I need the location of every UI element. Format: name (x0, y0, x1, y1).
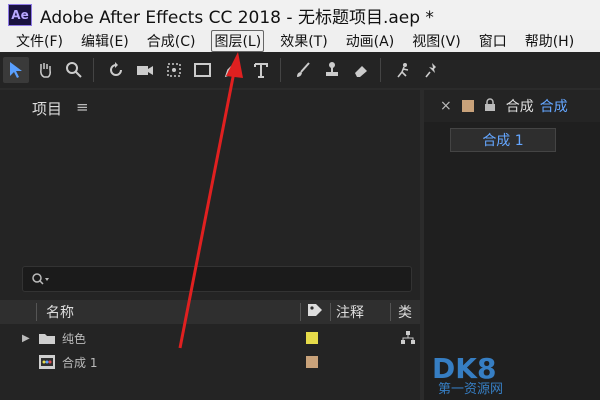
menu-effect[interactable]: 效果(T) (278, 31, 329, 51)
label-color-swatch[interactable] (306, 356, 318, 368)
zoom-tool-icon[interactable] (61, 57, 87, 83)
composition-color-swatch (461, 100, 474, 112)
column-type[interactable]: 类 (398, 302, 412, 322)
composition-icon (38, 354, 56, 373)
composition-subtab[interactable]: 合成 1 (450, 128, 556, 152)
menu-layer[interactable]: 图层(L) (211, 30, 265, 52)
window-titlebar: Ae Adobe After Effects CC 2018 - 无标题项目.a… (0, 0, 600, 30)
lock-icon[interactable] (484, 97, 496, 115)
pen-tool-icon[interactable] (219, 57, 245, 83)
column-separator (330, 303, 331, 321)
roto-brush-tool-icon[interactable] (390, 57, 416, 83)
close-tab-icon[interactable]: × (440, 98, 452, 114)
rotate-tool-icon[interactable] (103, 57, 129, 83)
label-color-swatch[interactable] (306, 332, 318, 344)
toolbar-separator (93, 58, 94, 82)
pan-behind-tool-icon[interactable] (161, 57, 187, 83)
composition-tab-label[interactable]: 合成 (506, 96, 534, 116)
menu-file[interactable]: 文件(F) (14, 31, 65, 51)
hierarchy-icon (400, 330, 416, 349)
menu-bar: 文件(F) 编辑(E) 合成(C) 图层(L) 效果(T) 动画(A) 视图(V… (0, 30, 600, 52)
project-item-row[interactable]: 合成 1 (0, 350, 420, 374)
column-separator (36, 303, 37, 321)
item-name: 纯色 (62, 331, 87, 346)
column-separator (390, 303, 391, 321)
project-panel: 项目 ≡ 名称 注释 类 ▶ 纯色 合成 1 (0, 90, 420, 400)
panel-menu-icon[interactable]: ≡ (76, 98, 89, 116)
rectangle-tool-icon[interactable] (190, 57, 216, 83)
menu-edit[interactable]: 编辑(E) (79, 31, 131, 51)
project-columns-header: 名称 注释 类 (0, 300, 420, 324)
type-tool-icon[interactable] (248, 57, 274, 83)
camera-tool-icon[interactable] (132, 57, 158, 83)
project-item-row[interactable]: ▶ 纯色 (0, 326, 420, 350)
composition-tab-bar: × 合成 合成 (424, 90, 600, 122)
hand-tool-icon[interactable] (32, 57, 58, 83)
project-panel-title[interactable]: 项目 (32, 98, 62, 119)
menu-view[interactable]: 视图(V) (410, 31, 463, 51)
menu-composition[interactable]: 合成(C) (145, 31, 198, 51)
label-tag-icon[interactable] (306, 302, 324, 322)
toolbar-separator (280, 58, 281, 82)
window-title: Adobe After Effects CC 2018 - 无标题项目.aep … (40, 7, 434, 28)
composition-tab-name[interactable]: 合成 (540, 96, 568, 116)
menu-help[interactable]: 帮助(H) (523, 31, 576, 51)
site-watermark-subtitle: 第一资源网 (438, 382, 504, 397)
puppet-pin-tool-icon[interactable] (419, 57, 445, 83)
toolbar-separator (380, 58, 381, 82)
brush-tool-icon[interactable] (290, 57, 316, 83)
menu-animation[interactable]: 动画(A) (344, 31, 397, 51)
column-name[interactable]: 名称 (46, 302, 74, 322)
eraser-tool-icon[interactable] (348, 57, 374, 83)
selection-tool-icon[interactable] (3, 57, 29, 83)
after-effects-logo-icon: Ae (8, 4, 32, 26)
clone-stamp-tool-icon[interactable] (319, 57, 345, 83)
menu-window[interactable]: 窗口 (477, 31, 509, 51)
tools-toolbar (0, 52, 600, 88)
search-icon (32, 273, 49, 285)
folder-icon (38, 331, 56, 348)
column-separator (300, 303, 301, 321)
column-comment[interactable]: 注释 (336, 302, 364, 322)
project-search-input[interactable] (22, 266, 412, 292)
item-name: 合成 1 (62, 355, 98, 370)
expand-arrow-icon[interactable]: ▶ (22, 333, 30, 344)
